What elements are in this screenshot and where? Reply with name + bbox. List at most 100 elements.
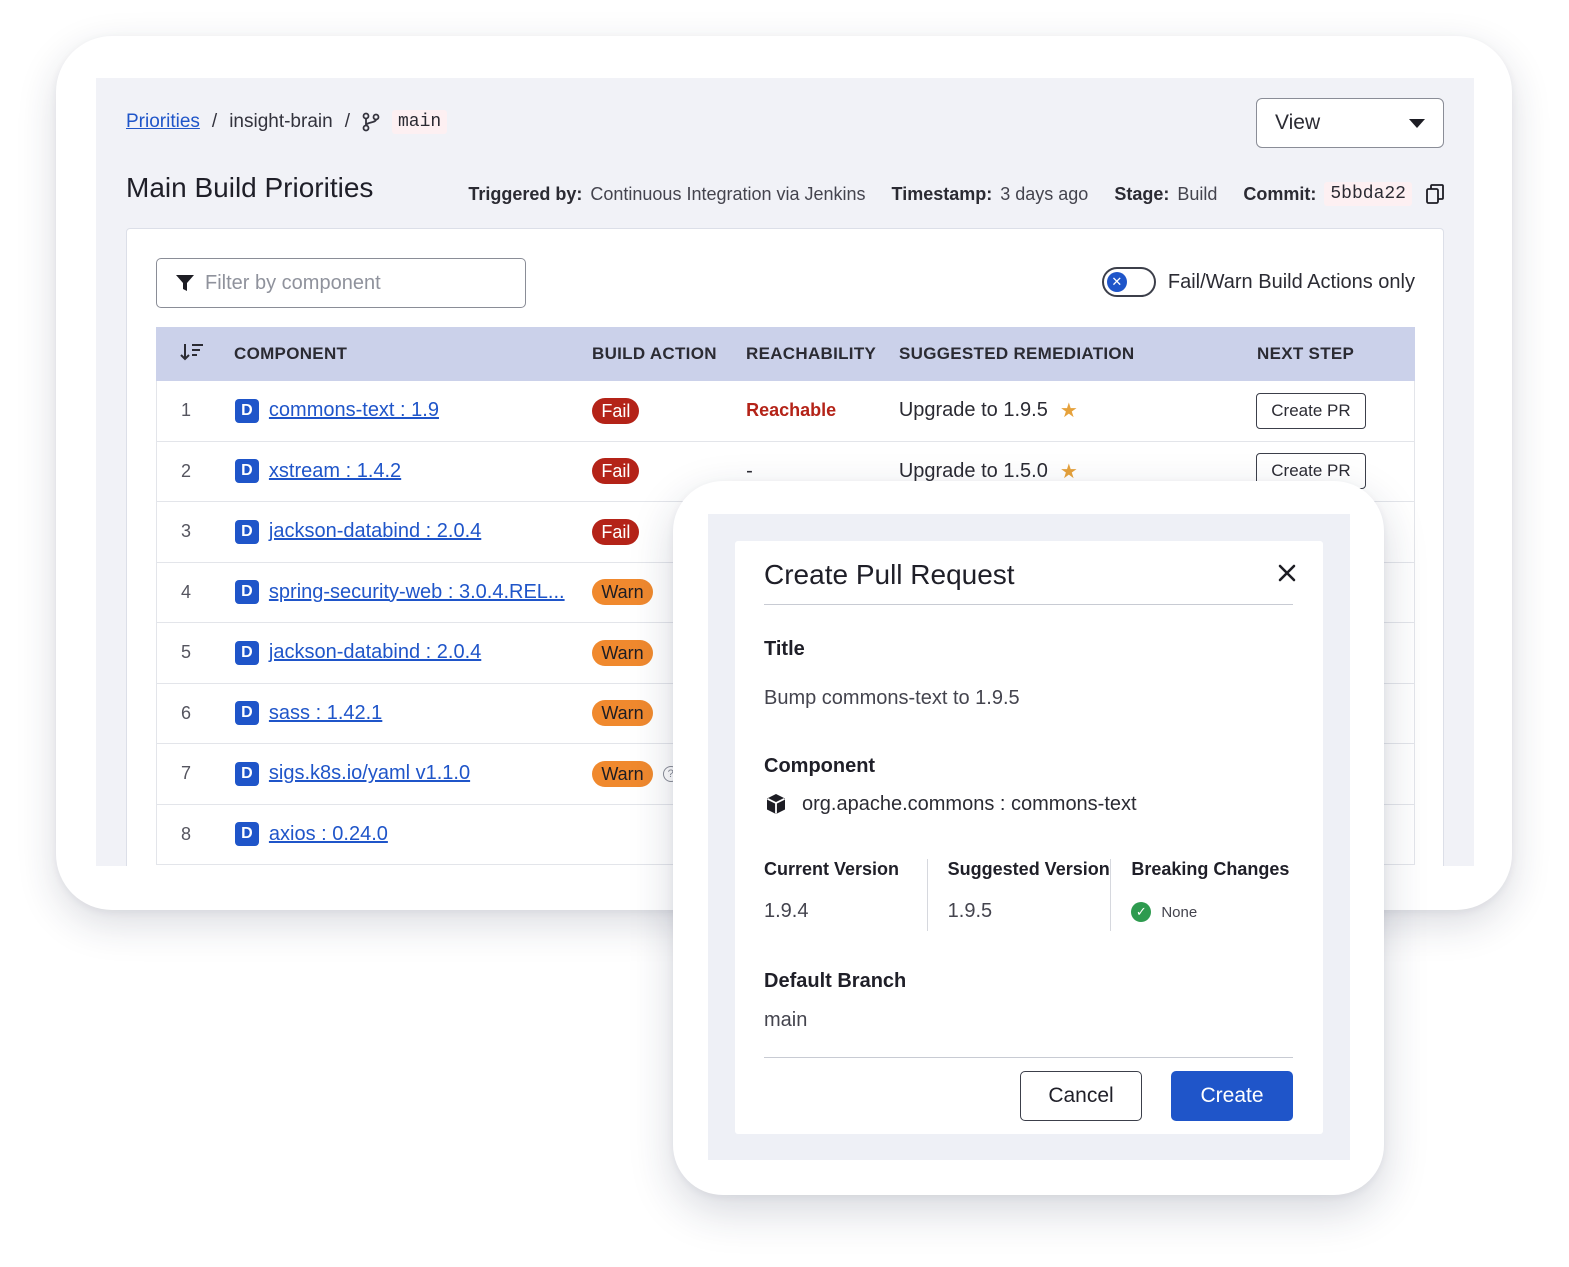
component-link[interactable]: sass : 1.42.1: [269, 702, 382, 725]
component-link[interactable]: sigs.k8s.io/yaml v1.1.0: [269, 762, 470, 785]
build-action-badge: Fail: [592, 397, 640, 424]
dependency-type-badge: D: [234, 519, 259, 544]
row-index: 2: [181, 460, 192, 481]
reachability-status: Reachable: [746, 400, 837, 421]
create-pr-dialog: Create Pull Request Title Bump commons-t…: [735, 541, 1323, 1134]
default-branch-value: main: [764, 1009, 808, 1031]
filter-icon: [176, 275, 194, 291]
copy-icon[interactable]: [1426, 184, 1444, 204]
dependency-type-badge: D: [234, 398, 259, 423]
current-version-label: Current Version: [764, 859, 900, 879]
table-header: COMPONENT BUILD ACTION REACHABILITY SUGG…: [156, 327, 1415, 381]
triggered-by-label: Triggered by:: [468, 183, 583, 204]
breadcrumb-separator: /: [344, 111, 350, 132]
filter-placeholder: Filter by component: [205, 271, 381, 294]
build-metadata: Triggered by: Continuous Integration via…: [468, 182, 1444, 206]
page-title: Main Build Priorities: [126, 172, 374, 203]
fail-warn-toggle[interactable]: ✕: [1101, 267, 1156, 297]
current-version-column: Current Version 1.9.4: [764, 859, 927, 931]
build-action-badge: Warn: [592, 639, 653, 666]
build-action-badge: Warn: [592, 760, 653, 787]
breadcrumb-project[interactable]: insight-brain: [229, 111, 333, 133]
package-icon: [767, 794, 785, 814]
row-index: 8: [181, 823, 192, 844]
dependency-type-badge: D: [234, 640, 259, 665]
breadcrumb-priorities-link[interactable]: Priorities: [126, 111, 200, 133]
header-build-action[interactable]: BUILD ACTION: [592, 344, 746, 364]
component-link[interactable]: jackson-databind : 2.0.4: [269, 520, 481, 543]
header-component[interactable]: COMPONENT: [234, 344, 592, 364]
row-index: 6: [181, 702, 192, 723]
timestamp-label: Timestamp:: [891, 183, 993, 204]
breaking-changes-label: Breaking Changes: [1131, 859, 1290, 879]
component-link[interactable]: jackson-databind : 2.0.4: [269, 641, 481, 664]
branch-name: main: [391, 110, 448, 134]
row-index: 5: [181, 642, 192, 663]
build-action-badge: Warn: [592, 700, 653, 727]
table-row: 1 Dcommons-text : 1.9 Fail Reachable Upg…: [156, 381, 1415, 442]
row-index: 7: [181, 763, 192, 784]
breaking-changes-row: ✓ None: [1131, 902, 1294, 922]
header-reachability[interactable]: REACHABILITY: [746, 344, 899, 364]
caret-down-icon: [1409, 118, 1425, 128]
row-index: 1: [181, 400, 192, 421]
component-link[interactable]: commons-text : 1.9: [269, 399, 439, 422]
dependency-type-badge: D: [234, 580, 259, 605]
breadcrumb-separator: /: [211, 111, 218, 132]
header-next-step[interactable]: NEXT STEP: [1257, 344, 1415, 364]
title-label: Title: [764, 638, 805, 660]
sort-icon: [180, 343, 203, 360]
component-link[interactable]: xstream : 1.4.2: [269, 460, 401, 483]
breaking-changes-column: Breaking Changes ✓ None: [1110, 859, 1294, 931]
build-action-badge: Fail: [592, 518, 640, 545]
cancel-button[interactable]: Cancel: [1020, 1071, 1142, 1121]
view-dropdown-label: View: [1275, 111, 1321, 134]
build-action-badge: Warn: [592, 579, 653, 606]
star-icon: ★: [1059, 460, 1078, 483]
header-remediation[interactable]: SUGGESTED REMEDIATION: [899, 344, 1257, 364]
close-icon: ✕: [1106, 272, 1127, 292]
suggested-version-value: 1.9.5: [947, 900, 993, 922]
timestamp-value: 3 days ago: [1000, 183, 1089, 204]
component-row: org.apache.commons : commons-text: [764, 792, 1137, 816]
git-branch-icon: [362, 112, 380, 132]
fail-warn-toggle-group: ✕ Fail/Warn Build Actions only: [1101, 267, 1415, 297]
stage-label: Stage:: [1114, 183, 1170, 204]
modal-card: Create Pull Request Title Bump commons-t…: [673, 481, 1384, 1195]
triggered-by-value: Continuous Integration via Jenkins: [590, 183, 866, 204]
close-icon[interactable]: [1277, 563, 1297, 583]
check-circle-icon: ✓: [1131, 902, 1152, 922]
current-version-value: 1.9.4: [764, 900, 809, 922]
commit-hash: 5bbda22: [1324, 182, 1412, 206]
dialog-title: Create Pull Request: [764, 559, 1015, 590]
breaking-changes-value: None: [1161, 903, 1198, 921]
filter-input[interactable]: Filter by component: [156, 258, 526, 308]
row-index: 3: [181, 521, 192, 542]
component-value: org.apache.commons : commons-text: [802, 792, 1137, 815]
commit-label: Commit:: [1243, 183, 1317, 204]
component-label: Component: [764, 755, 876, 777]
row-index: 4: [181, 581, 192, 602]
sort-icon-cell[interactable]: [156, 342, 234, 367]
default-branch-label: Default Branch: [764, 970, 907, 992]
dependency-type-badge: D: [234, 822, 259, 847]
modal-backdrop: Create Pull Request Title Bump commons-t…: [708, 514, 1350, 1160]
reachability-status: -: [746, 459, 753, 482]
remediation-text: Upgrade to 1.5.0: [898, 459, 1048, 482]
dialog-divider: [764, 604, 1293, 605]
create-button[interactable]: Create: [1171, 1071, 1293, 1121]
star-icon: ★: [1059, 400, 1078, 423]
suggested-version-label: Suggested Version: [947, 859, 1110, 879]
build-action-badge: Fail: [592, 458, 640, 485]
view-dropdown[interactable]: View: [1256, 98, 1444, 148]
component-link[interactable]: spring-security-web : 3.0.4.REL...: [269, 581, 565, 604]
fail-warn-toggle-label: Fail/Warn Build Actions only: [1167, 270, 1415, 293]
pr-title-value: Bump commons-text to 1.9.5: [764, 687, 1020, 709]
stage-value: Build: [1177, 183, 1218, 204]
dependency-type-badge: D: [234, 459, 259, 484]
dialog-footer-divider: [764, 1057, 1293, 1058]
remediation-text: Upgrade to 1.9.5: [898, 399, 1048, 422]
breadcrumb: Priorities / insight-brain / main: [126, 110, 448, 134]
component-link[interactable]: axios : 0.24.0: [269, 823, 388, 846]
create-pr-button[interactable]: Create PR: [1256, 392, 1366, 429]
